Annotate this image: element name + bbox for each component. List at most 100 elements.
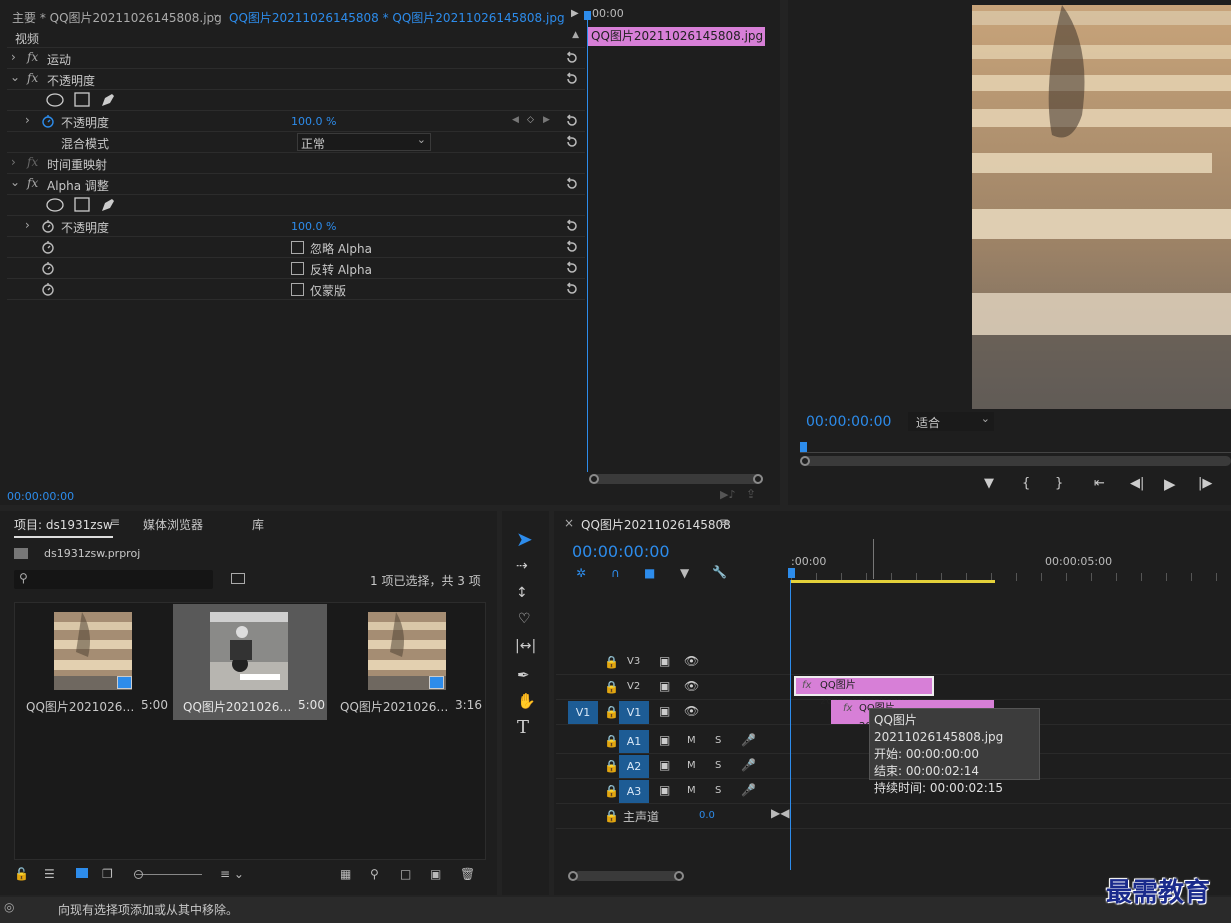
pen-mask-icon[interactable] [100, 92, 116, 108]
zoom-slider-knob[interactable] [134, 870, 143, 879]
panel-menu-icon[interactable]: ≡ [110, 515, 120, 529]
scroll-handle-left[interactable] [568, 871, 578, 881]
program-zoom-scrollbar[interactable] [802, 456, 1231, 466]
type-tool-icon[interactable]: T [517, 717, 529, 738]
timeline-tab[interactable]: QQ图片20211026145808 [581, 516, 731, 533]
fx-icon[interactable]: fx [27, 176, 38, 190]
lock-icon[interactable]: 🔒 [604, 705, 619, 719]
selection-tool-icon[interactable]: ➤ [516, 527, 533, 551]
lock-icon[interactable]: 🔓 [14, 867, 29, 881]
nest-icon[interactable]: ✲ [576, 566, 586, 580]
ec-timecode[interactable]: 00:00:00:00 [7, 490, 74, 503]
project-item[interactable]: QQ图片2021026… 3:16 [330, 604, 484, 720]
close-icon[interactable]: × [564, 516, 574, 530]
pen-tool-icon[interactable]: ✒ [517, 666, 530, 684]
stopwatch-icon[interactable] [41, 261, 55, 275]
linked-selection-icon[interactable]: ■ [644, 566, 655, 580]
panel-menu-icon[interactable]: ≡ [719, 515, 729, 529]
stopwatch-icon[interactable] [41, 282, 55, 296]
ripple-edit-tool-icon[interactable]: ↕ [516, 585, 528, 601]
program-video-frame[interactable] [972, 5, 1231, 409]
settings-wrench-icon[interactable]: 🔧 [712, 565, 727, 579]
eye-icon[interactable]: 👁 [684, 679, 699, 693]
fx-time-remap[interactable]: › fx 时间重映射 [7, 153, 585, 174]
source-patch-v1[interactable]: V1 [568, 701, 598, 724]
reset-icon[interactable] [565, 114, 579, 128]
icon-view-icon[interactable] [76, 868, 88, 878]
scroll-handle-right[interactable] [753, 474, 763, 484]
program-timecode[interactable]: 00:00:00:00 [806, 414, 891, 430]
eye-icon[interactable]: 👁 [684, 654, 699, 668]
play-audio-icon[interactable]: ▶♪ [720, 488, 735, 501]
fit-select[interactable]: 适合 ⌄ [908, 412, 994, 431]
tab-media-browser[interactable]: 媒体浏览器 [143, 516, 203, 533]
new-item-icon[interactable]: ▣ [430, 867, 441, 881]
automate-to-sequence-icon[interactable]: ▦ [340, 867, 351, 881]
reset-icon[interactable] [565, 177, 579, 191]
mark-out-icon[interactable]: } [1055, 476, 1063, 491]
output-toggle-icon[interactable]: ▣ [659, 654, 670, 668]
chevron-right-icon[interactable]: › [11, 155, 16, 169]
fx-opacity[interactable]: ⌄ fx 不透明度 [7, 69, 585, 90]
stopwatch-icon[interactable] [41, 114, 55, 128]
go-to-in-icon[interactable]: ⇤ [1094, 476, 1105, 491]
sync-lock-icon[interactable]: ▣ [659, 783, 670, 797]
eye-icon[interactable]: 👁 [684, 704, 699, 718]
lock-icon[interactable]: 🔒 [604, 655, 619, 669]
output-toggle-icon[interactable]: ▣ [659, 704, 670, 718]
chevron-down-icon[interactable]: ⌄ [10, 175, 20, 189]
mark-in-icon[interactable]: { [1022, 476, 1030, 491]
sync-lock-icon[interactable]: ▣ [659, 733, 670, 747]
track-select-tool-icon[interactable]: ⇢ [516, 558, 528, 574]
new-bin-icon[interactable]: □ [400, 867, 411, 881]
fx-alpha-adjust[interactable]: ⌄ fx Alpha 调整 [7, 174, 585, 195]
lock-icon[interactable]: 🔒 [604, 759, 619, 773]
project-item[interactable]: QQ图片2021026… 5:00 [16, 604, 170, 720]
add-keyframe-icon[interactable]: ◇ [527, 115, 534, 125]
lock-icon[interactable]: 🔒 [604, 734, 619, 748]
trash-icon[interactable]: 🗑 [460, 867, 475, 881]
collapse-icon[interactable]: ▲ [572, 30, 579, 40]
fx-motion[interactable]: › fx 运动 [7, 48, 585, 69]
hand-tool-icon[interactable]: ✋ [517, 692, 536, 710]
go-to-end-icon[interactable]: ▶◀ [771, 806, 789, 820]
microphone-icon[interactable]: 🎤 [741, 758, 756, 772]
stopwatch-icon[interactable] [41, 219, 55, 233]
prev-keyframe-icon[interactable]: ◀ [512, 115, 519, 125]
rectangle-mask-icon[interactable] [74, 92, 90, 107]
invert-alpha-checkbox[interactable] [291, 262, 304, 275]
clip-bar[interactable]: QQ图片20211026145808.jpg [588, 27, 765, 46]
ignore-alpha-checkbox[interactable] [291, 241, 304, 254]
work-area-bar[interactable] [791, 580, 995, 583]
timeline-timecode[interactable]: 00:00:00:00 [572, 542, 670, 561]
scroll-handle-left[interactable] [800, 456, 810, 466]
ec-zoom-scrollbar[interactable] [590, 474, 762, 484]
sync-lock-icon[interactable]: ▣ [659, 758, 670, 772]
mask-only-checkbox[interactable] [291, 283, 304, 296]
master-volume[interactable]: 0.0 [699, 810, 715, 821]
microphone-icon[interactable]: 🎤 [741, 783, 756, 797]
reset-icon[interactable] [565, 72, 579, 86]
timeline-zoom-scrollbar[interactable] [574, 871, 680, 881]
output-toggle-icon[interactable]: ▣ [659, 679, 670, 693]
track-target-a3[interactable]: A3 [619, 780, 649, 803]
find-icon[interactable]: ⚲ [370, 867, 379, 881]
project-item-selected[interactable]: QQ图片2021026… 5:00 [173, 604, 327, 720]
solo-button[interactable]: S [715, 735, 721, 746]
reset-icon[interactable] [565, 261, 579, 275]
mute-button[interactable]: M [687, 760, 696, 771]
microphone-icon[interactable]: 🎤 [741, 733, 756, 747]
freeform-view-icon[interactable]: ❐ [102, 867, 113, 881]
fx-icon[interactable]: fx [27, 50, 38, 64]
ellipse-mask-icon[interactable] [46, 93, 64, 107]
reset-icon[interactable] [565, 282, 579, 296]
tab-project[interactable]: 项目: ds1931zsw [14, 516, 113, 538]
chevron-right-icon[interactable]: › [11, 50, 16, 64]
pen-mask-icon[interactable] [100, 197, 116, 213]
playhead-marker[interactable] [800, 442, 807, 452]
lock-icon[interactable]: 🔒 [604, 784, 619, 798]
opacity-value[interactable]: 100.0 % [291, 115, 336, 128]
list-view-icon[interactable]: ☰ [44, 867, 55, 881]
reset-icon[interactable] [565, 51, 579, 65]
razor-tool-icon[interactable]: ♡ [518, 611, 531, 627]
